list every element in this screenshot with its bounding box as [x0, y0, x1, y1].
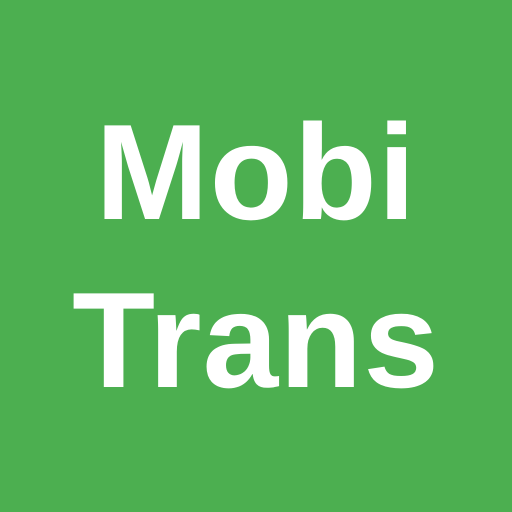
logo-text-line-2: Trans [72, 264, 440, 416]
app-logo-tile: Mobi Trans [0, 0, 512, 512]
logo-text-line-1: Mobi [95, 96, 417, 248]
